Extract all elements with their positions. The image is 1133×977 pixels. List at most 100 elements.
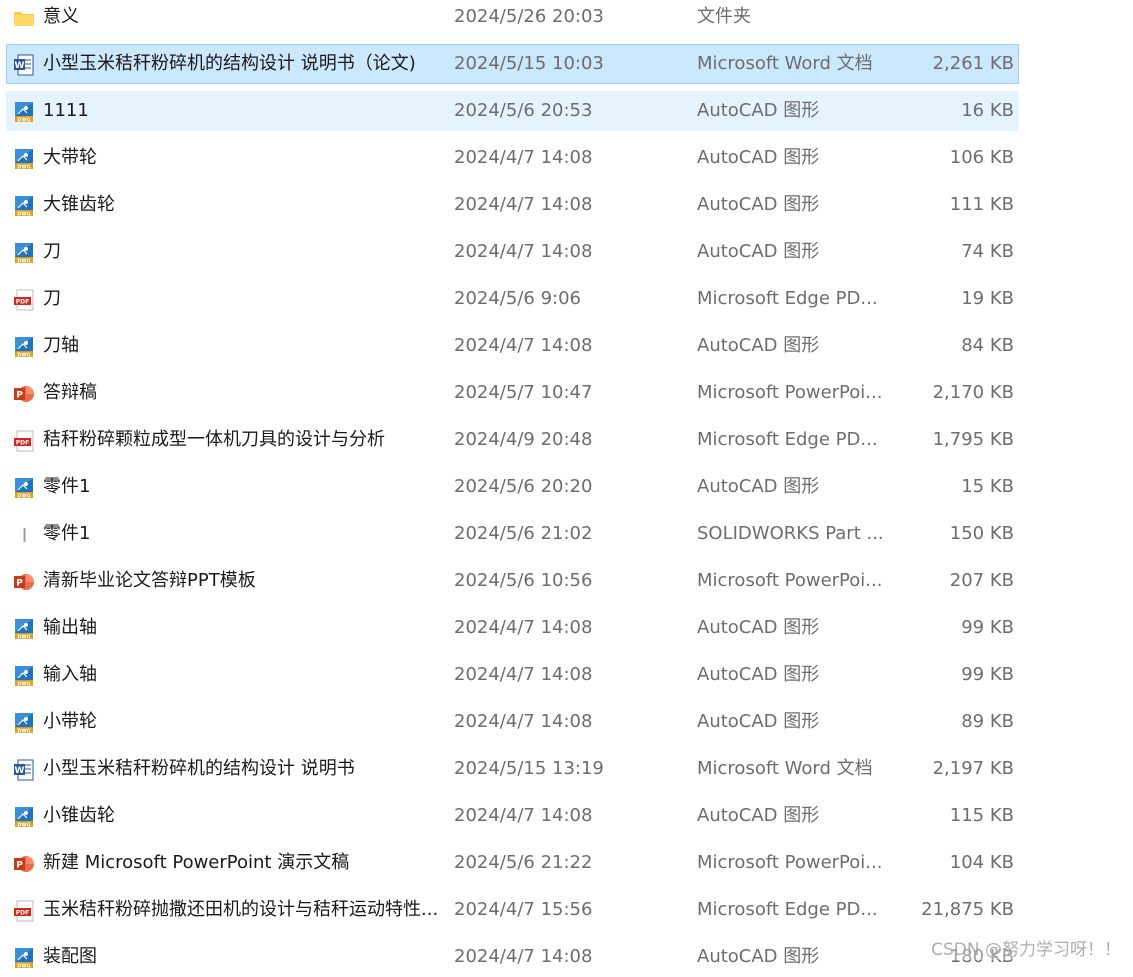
file-size: 84 KB [961,335,1014,356]
file-row[interactable]: DWG 刀轴 2024/4/7 14:08 AutoCAD 图形 84 KB [6,326,1019,366]
file-type: AutoCAD 图形 [697,711,820,732]
file-type: Microsoft PowerPoi... [697,382,883,403]
file-date-modified: 2024/5/6 20:20 [454,476,593,497]
file-size: 106 KB [949,147,1014,168]
file-list: 意义 2024/5/26 20:03 文件夹 W 小型玉米秸秆粉碎机的结构设计 说明书（… [0,0,1133,969]
file-name: 输出轴 [43,617,97,638]
file-date-modified: 2024/4/7 14:08 [454,805,593,826]
file-name: 清新毕业论文答辩PPT模板 [43,570,256,591]
file-type: AutoCAD 图形 [697,476,820,497]
file-row[interactable]: DWG 小带轮 2024/4/7 14:08 AutoCAD 图形 89 KB [6,702,1019,742]
file-date-modified: 2024/5/15 10:03 [454,53,604,74]
dwg-icon: DWG [14,477,34,499]
file-name: 刀 [43,288,61,309]
file-row[interactable]: W 小型玉米秸秆粉碎机的结构设计 说明书 2024/5/15 13:19 Micros… [6,749,1019,789]
file-name: 装配图 [43,946,97,967]
powerpoint-icon: P [14,571,34,593]
file-size: 2,197 KB [932,758,1014,779]
file-row[interactable]: DWG 1111 2024/5/6 20:53 AutoCAD 图形 16 KB [6,91,1019,131]
svg-text:DWG: DWG [17,211,31,217]
file-row[interactable]: W 小型玉米秸秆粉碎机的结构设计 说明书（论文) 2024/5/15 10:03 Mi… [6,44,1019,84]
powerpoint-icon: P [14,383,34,405]
file-size: 19 KB [961,288,1014,309]
file-row[interactable]: DWG 大锥齿轮 2024/4/7 14:08 AutoCAD 图形 111 KB [6,185,1019,225]
file-type: Microsoft Word 文档 [697,53,873,74]
svg-text:DWG: DWG [17,493,31,499]
dwg-icon: DWG [14,101,34,123]
pdf-icon: PDF [14,289,34,311]
file-name: 小带轮 [43,711,97,732]
file-size: 2,170 KB [932,382,1014,403]
svg-text:DWG: DWG [17,117,31,123]
file-date-modified: 2024/4/7 15:56 [454,899,593,920]
svg-text:W: W [15,766,25,776]
file-size: 104 KB [949,852,1014,873]
svg-text:P: P [16,390,23,400]
file-date-modified: 2024/5/6 20:53 [454,100,593,121]
file-type: Microsoft Edge PD... [697,429,878,450]
file-size: 16 KB [961,100,1014,121]
file-size: 99 KB [961,617,1014,638]
dwg-icon: DWG [14,618,34,640]
file-row[interactable]: DWG 装配图 2024/4/7 14:08 AutoCAD 图形 180 KB [6,937,1019,977]
file-row[interactable]: PDF 玉米秸秆粉碎抛撒还田机的设计与秸秆运动特性... 2024/4/7 15:5… [6,890,1019,930]
file-date-modified: 2024/4/7 14:08 [454,335,593,356]
file-name: 秸秆粉碎颗粒成型一体机刀具的设计与分析 [43,429,385,450]
file-type: Microsoft PowerPoi... [697,570,883,591]
file-date-modified: 2024/4/9 20:48 [454,429,593,450]
file-size: 1,795 KB [932,429,1014,450]
file-row[interactable]: DWG 大带轮 2024/4/7 14:08 AutoCAD 图形 106 KB [6,138,1019,178]
file-size: 74 KB [961,241,1014,262]
file-name: 意义 [43,6,79,27]
file-name: 答辩稿 [43,382,97,403]
dwg-icon: DWG [14,336,34,358]
file-type: Microsoft Edge PD... [697,288,878,309]
file-type: Microsoft Edge PD... [697,899,878,920]
file-date-modified: 2024/5/7 10:47 [454,382,593,403]
file-row[interactable]: PDF 秸秆粉碎颗粒成型一体机刀具的设计与分析 2024/4/9 20:48 Micr… [6,420,1019,460]
file-date-modified: 2024/5/6 21:22 [454,852,593,873]
file-type: AutoCAD 图形 [697,194,820,215]
dwg-icon: DWG [14,242,34,264]
file-size: 89 KB [961,711,1014,732]
file-type: AutoCAD 图形 [697,241,820,262]
file-date-modified: 2024/5/6 10:56 [454,570,593,591]
file-name: 1111 [43,100,89,121]
file-date-modified: 2024/4/7 14:08 [454,241,593,262]
file-size: 15 KB [961,476,1014,497]
file-row[interactable]: P 新建 Microsoft PowerPoint 演示文稿 2024/5/6 21… [6,843,1019,883]
file-date-modified: 2024/4/7 14:08 [454,711,593,732]
file-name: 刀轴 [43,335,79,356]
file-row[interactable]: P 答辩稿 2024/5/7 10:47 Microsoft PowerPoi... 2… [6,373,1019,413]
file-row[interactable]: 零件1 2024/5/6 21:02 SOLIDWORKS Part ... 150 … [6,514,1019,554]
svg-text:DWG: DWG [17,728,31,734]
svg-text:DWG: DWG [17,681,31,687]
file-row[interactable]: P 清新毕业论文答辩PPT模板 2024/5/6 10:56 Microsoft Po… [6,561,1019,601]
file-type: AutoCAD 图形 [697,147,820,168]
dwg-icon: DWG [14,806,34,828]
file-type: AutoCAD 图形 [697,100,820,121]
file-row[interactable]: 意义 2024/5/26 20:03 文件夹 [6,0,1019,37]
svg-text:PDF: PDF [16,440,29,447]
file-size: 150 KB [949,523,1014,544]
file-row[interactable]: DWG 零件1 2024/5/6 20:20 AutoCAD 图形 15 KB [6,467,1019,507]
svg-text:DWG: DWG [17,822,31,828]
dwg-icon: DWG [14,665,34,687]
file-size [887,0,1014,36]
file-date-modified: 2024/5/6 21:02 [454,523,593,544]
file-row[interactable]: DWG 输出轴 2024/4/7 14:08 AutoCAD 图形 99 KB [6,608,1019,648]
svg-text:DWG: DWG [17,258,31,264]
file-row[interactable]: PDF 刀 2024/5/6 9:06 Microsoft Edge PD... 19 … [6,279,1019,319]
file-date-modified: 2024/4/7 14:08 [454,946,593,967]
file-type: 文件夹 [697,6,751,27]
file-date-modified: 2024/4/7 14:08 [454,664,593,685]
word-icon: W [14,759,34,781]
file-row[interactable]: DWG 刀 2024/4/7 14:08 AutoCAD 图形 74 KB [6,232,1019,272]
file-row[interactable]: DWG 输入轴 2024/4/7 14:08 AutoCAD 图形 99 KB [6,655,1019,695]
file-date-modified: 2024/4/7 14:08 [454,194,593,215]
file-size: 99 KB [961,664,1014,685]
file-size: 2,261 KB [932,53,1014,74]
file-type: AutoCAD 图形 [697,805,820,826]
solidworks-part-icon [14,524,34,546]
file-row[interactable]: DWG 小锥齿轮 2024/4/7 14:08 AutoCAD 图形 115 KB [6,796,1019,836]
